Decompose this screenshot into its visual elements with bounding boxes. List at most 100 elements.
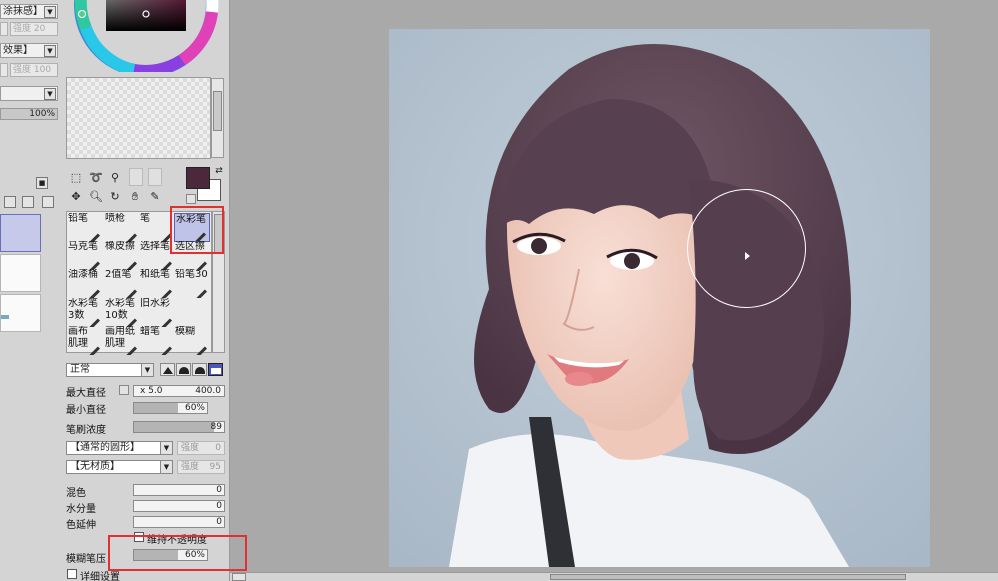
combo-label: 涂抹感】 — [3, 6, 43, 17]
layer-opacity-slider[interactable]: 100% — [0, 108, 58, 120]
tip-shape-soft[interactable] — [192, 363, 207, 376]
max-size-label: 最大直径 — [66, 388, 106, 399]
brush-icon — [159, 346, 173, 355]
shape-strength-field: 强度 0 — [177, 441, 225, 455]
magic-wand-icon[interactable]: ⚲ — [108, 171, 122, 185]
max-size-slider[interactable]: x 5.0 400.0 — [133, 385, 225, 397]
rect-select-icon[interactable]: ⬚ — [69, 171, 83, 185]
drawing-canvas[interactable] — [389, 29, 930, 567]
layer-item-selected[interactable] — [0, 214, 41, 252]
max-size-toggle[interactable] — [119, 385, 129, 395]
brush-icon — [124, 289, 138, 298]
brush-tool-label: 模糊 — [175, 326, 195, 337]
zoom-icon[interactable]: 🔍︎ — [89, 190, 103, 204]
density-slider[interactable]: 89 — [133, 421, 225, 433]
brush-tool[interactable] — [174, 298, 210, 327]
tip-shape-hard[interactable] — [160, 363, 175, 376]
blur-pressure-label: 模糊笔压 — [66, 554, 106, 565]
brush-tool[interactable]: 橡皮擦 — [104, 241, 140, 270]
brush-tool[interactable]: 画布 肌理 — [67, 326, 103, 355]
combo-label: 效果】 — [3, 45, 33, 56]
scroll-thumb[interactable] — [213, 91, 222, 131]
lasso-icon[interactable]: ➰ — [89, 171, 103, 185]
layer-mask-button[interactable]: ■ — [36, 177, 48, 189]
slider-fill — [134, 403, 178, 413]
water-slider[interactable]: 0 — [133, 500, 225, 512]
brush-tool[interactable]: 水彩笔 10数 — [104, 298, 140, 327]
pointer-icon — [745, 252, 750, 260]
brush-tool[interactable]: 蜡笔 — [139, 326, 175, 355]
highlight-selected-tool — [170, 206, 224, 254]
brush-tool[interactable]: 油漆桶 — [67, 269, 103, 298]
layer-properties-panel: 涂抹感】 ▼ 强度 20 效果】 ▼ 强度 100 ▼ 100% ■ — [0, 0, 58, 581]
slider-fill — [134, 422, 215, 432]
min-size-label: 最小直径 — [66, 405, 106, 416]
brush-shape-select[interactable]: 【通常的圆形】 ▼ — [66, 441, 173, 455]
brush-tool[interactable]: 铅笔 — [67, 213, 103, 242]
reset-colors-icon[interactable] — [186, 194, 196, 204]
blending-label: 混色 — [66, 488, 86, 499]
min-size-slider[interactable]: 60% — [133, 402, 208, 414]
swap-colors-icon[interactable]: ⇄ — [212, 164, 226, 178]
brush-tool-label: 马克笔 — [68, 241, 98, 252]
chevron-down-icon: ▼ — [141, 364, 153, 376]
empty-tool-slot — [148, 168, 162, 186]
tip-shape-square[interactable] — [208, 363, 223, 376]
disabled-field — [0, 22, 8, 36]
layer-item[interactable] — [0, 294, 41, 332]
move-icon[interactable]: ✥ — [69, 190, 83, 204]
tip-shape-medium[interactable] — [176, 363, 191, 376]
combo-arrow[interactable]: ▼ — [44, 6, 56, 18]
water-label: 水分量 — [66, 504, 96, 515]
brush-tool[interactable]: 马克笔 — [67, 241, 103, 270]
brush-tool-label: 油漆桶 — [68, 269, 98, 280]
brush-tool[interactable]: 旧水彩 — [139, 298, 175, 327]
density-label: 笔刷浓度 — [66, 425, 106, 436]
texture-select[interactable]: 【无材质】 ▼ — [66, 460, 173, 474]
brush-tool[interactable]: 画用纸 肌理 — [104, 326, 140, 355]
brush-tool-label: 橡皮擦 — [105, 241, 135, 252]
color-wheel[interactable] — [74, 0, 224, 72]
highlight-blur-pressure — [108, 535, 247, 571]
color-extend-slider[interactable]: 0 — [133, 516, 225, 528]
layer-tool-icon[interactable] — [22, 196, 34, 208]
rotate-icon[interactable]: ↻ — [108, 190, 122, 204]
blend-mode-select[interactable]: 正常 ▼ — [66, 363, 154, 377]
color-swatch-palette[interactable] — [66, 77, 211, 159]
layer-tool-icon[interactable] — [4, 196, 16, 208]
advanced-settings-checkbox[interactable] — [67, 569, 77, 579]
brush-tool[interactable]: 喷枪 — [104, 213, 140, 242]
brush-icon — [87, 289, 101, 298]
combo-arrow[interactable]: ▼ — [44, 45, 56, 57]
empty-tool-slot — [129, 168, 143, 186]
canvas-horizontal-scrollbar[interactable] — [230, 572, 998, 581]
blend-mode-value: 正常 — [70, 364, 90, 375]
layer-item[interactable] — [0, 254, 41, 292]
texture-strength-field: 强度 20 — [10, 22, 58, 36]
brush-tool[interactable]: 2值笔 — [104, 269, 140, 298]
brush-tool-label: 和纸笔 — [140, 269, 170, 280]
brush-tool-label: 旧水彩 — [140, 298, 170, 309]
scroll-thumb[interactable] — [550, 574, 906, 580]
swatch-scrollbar[interactable] — [211, 78, 224, 158]
texture-strength-field: 强度 95 — [177, 460, 225, 474]
brush-tool-label: 蜡笔 — [140, 326, 160, 337]
brush-tool-label: 铅笔 — [68, 213, 88, 224]
brush-tool[interactable]: 模糊 — [174, 326, 210, 355]
brush-tool[interactable]: 水彩笔 3数 — [67, 298, 103, 327]
brush-tool[interactable]: 和纸笔 — [139, 269, 175, 298]
hand-icon[interactable]: ✋︎ — [128, 190, 142, 204]
brush-tool-label: 2值笔 — [105, 269, 132, 280]
brush-icon — [194, 346, 208, 355]
foreground-color-swatch[interactable] — [186, 167, 210, 189]
combo-arrow[interactable]: ▼ — [44, 88, 56, 100]
blending-slider[interactable]: 0 — [133, 484, 225, 496]
scroll-left-button[interactable] — [232, 573, 246, 581]
brush-tool-label: 铅笔30 — [175, 269, 208, 280]
advanced-settings-label: 详细设置 — [80, 572, 120, 581]
brush-icon — [194, 289, 208, 298]
brush-cursor-circle — [687, 189, 806, 308]
brush-tool[interactable]: 铅笔30 — [174, 269, 210, 298]
eyedropper-icon[interactable]: ✎ — [148, 190, 162, 204]
layer-tool-icon[interactable] — [42, 196, 54, 208]
